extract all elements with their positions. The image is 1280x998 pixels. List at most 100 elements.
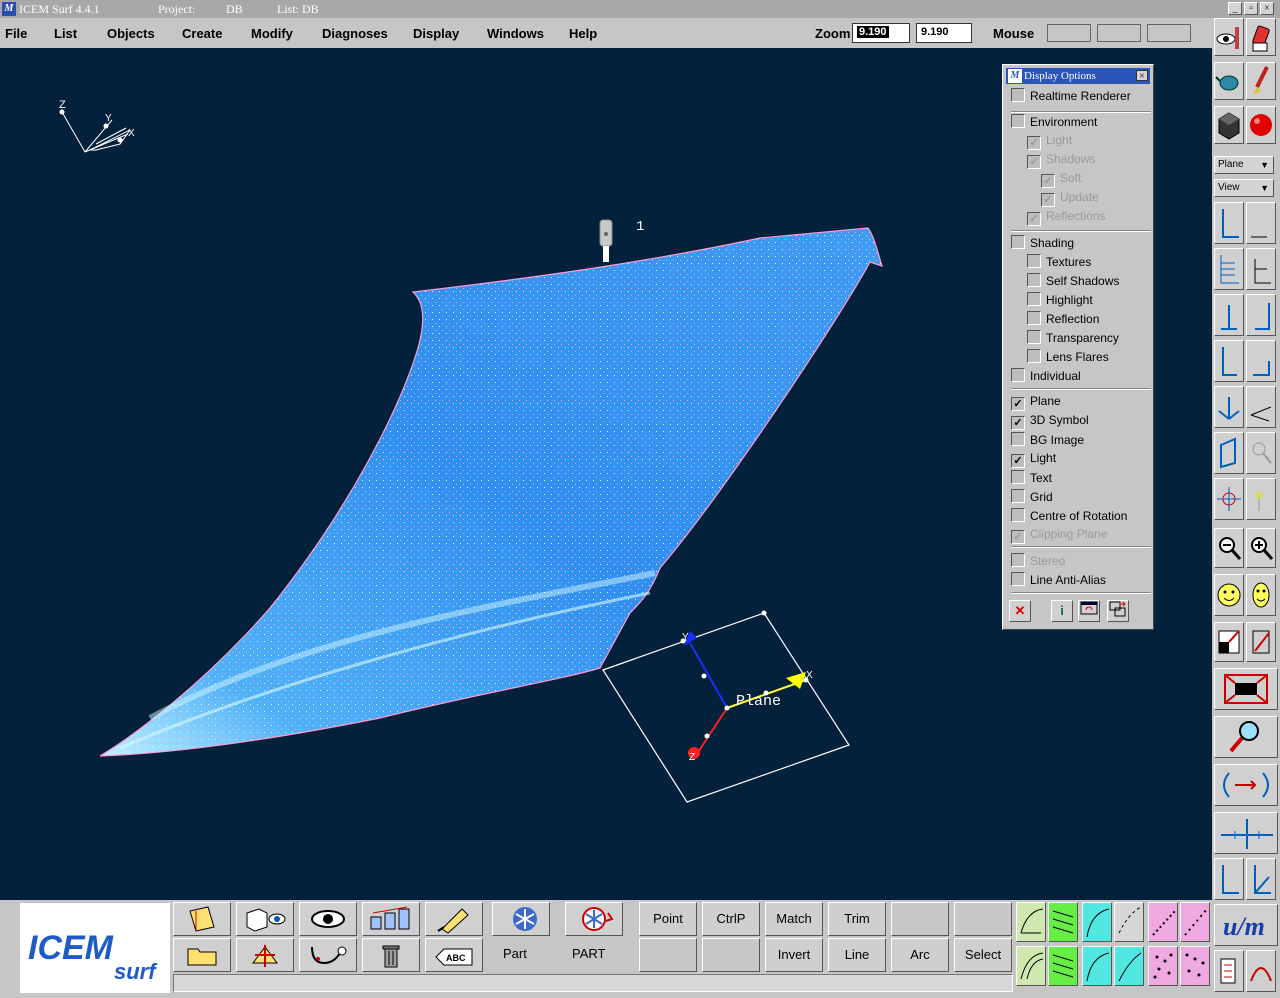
menu-help[interactable]: Help (569, 26, 597, 41)
option-checkbox[interactable]: ✓ (1027, 136, 1041, 150)
part-value[interactable]: PART (572, 946, 605, 961)
plane-axis-icon[interactable] (173, 902, 231, 936)
mouse-field-1[interactable] (1047, 24, 1091, 42)
mouse-field-3[interactable] (1147, 24, 1191, 42)
view-eye-icon[interactable] (1214, 18, 1244, 56)
option-checkbox[interactable] (1011, 432, 1025, 446)
info-button[interactable]: i (1051, 600, 1073, 622)
option-row-self-shadows[interactable]: Self Shadows (1027, 273, 1119, 291)
zoom-out-icon[interactable] (1214, 528, 1244, 568)
view-y-right-icon[interactable] (1246, 340, 1276, 382)
view-y-icon[interactable] (1214, 294, 1244, 336)
snowflake-icon[interactable] (492, 902, 550, 936)
window-arrange-icon[interactable] (1107, 600, 1129, 622)
curve-cyan-2-icon[interactable] (1082, 946, 1112, 986)
option-row-reflection[interactable]: Reflection (1027, 311, 1099, 329)
blocks-icon[interactable] (362, 902, 420, 936)
option-checkbox[interactable]: ✓ (1011, 530, 1025, 544)
option-row-environment[interactable]: Environment (1011, 114, 1097, 132)
view-iso-icon[interactable] (1214, 386, 1244, 428)
option-row-bg-image[interactable]: BG Image (1011, 432, 1084, 450)
view-select[interactable]: View ▼ (1214, 179, 1274, 197)
curve-red-icon[interactable] (1246, 950, 1276, 992)
points-pink-icon[interactable] (1148, 902, 1178, 942)
um-logo-icon[interactable]: u/m (1214, 904, 1278, 946)
option-checkbox[interactable]: ✓ (1011, 397, 1025, 411)
option-checkbox[interactable]: ✓ (1027, 155, 1041, 169)
option-checkbox[interactable] (1011, 368, 1025, 382)
option-row-text[interactable]: Text (1011, 470, 1052, 488)
text-label-icon[interactable]: ABC (425, 938, 483, 972)
option-row-reflections[interactable]: ✓ Reflections (1027, 209, 1105, 227)
option-row-update[interactable]: ✓ Update (1041, 190, 1099, 208)
option-row-stereo[interactable]: Stereo (1011, 553, 1065, 571)
option-row-shading[interactable]: Shading (1011, 235, 1074, 253)
line-button[interactable]: Line (828, 938, 886, 972)
window-reset-icon[interactable] (1078, 600, 1100, 622)
highlighter-icon[interactable] (425, 902, 483, 936)
analysis-magnifier-icon[interactable] (1214, 716, 1278, 758)
curve-cyan-icon[interactable] (1082, 902, 1112, 942)
arc-button[interactable]: Arc (891, 938, 949, 972)
pan-disabled-icon[interactable] (1246, 478, 1276, 520)
trim-button[interactable]: Trim (828, 902, 886, 936)
menu-objects[interactable]: Objects (107, 26, 155, 41)
eye-icon[interactable] (299, 902, 357, 936)
folder-icon[interactable] (173, 938, 231, 972)
view-iso-x-icon[interactable] (1246, 386, 1276, 428)
option-checkbox[interactable]: ✓ (1027, 212, 1041, 226)
zoom-input-primary[interactable]: 9.190 (852, 23, 910, 43)
option-row-centre-of-rotation[interactable]: Centre of Rotation (1011, 508, 1127, 526)
cancel-x-button[interactable]: ✕ (1009, 600, 1031, 622)
points-grid-icon[interactable] (1148, 946, 1178, 986)
option-checkbox[interactable] (1011, 553, 1025, 567)
trash-icon[interactable] (362, 938, 420, 972)
option-row-light[interactable]: ✓ Light (1027, 133, 1072, 151)
plane-select[interactable]: Plane ▼ (1214, 156, 1274, 174)
ctrlp-button[interactable]: CtrlP (702, 902, 760, 936)
perspective-box-icon[interactable] (1214, 432, 1244, 474)
invert-button[interactable]: Invert (765, 938, 823, 972)
option-checkbox[interactable] (1011, 489, 1025, 503)
fit-window-icon[interactable] (1214, 622, 1244, 662)
view-x-icon[interactable] (1246, 202, 1276, 244)
smiley-icon[interactable] (1214, 574, 1244, 616)
option-checkbox[interactable] (1011, 470, 1025, 484)
option-checkbox[interactable] (1011, 114, 1025, 128)
option-row-line-anti-alias[interactable]: Line Anti-Alias (1011, 572, 1106, 590)
fit-all-icon[interactable] (1214, 668, 1278, 710)
zoom-in-icon[interactable] (1246, 528, 1276, 568)
zoom-input-secondary[interactable]: 9.190 (916, 23, 972, 43)
magnify-disabled-icon[interactable] (1246, 432, 1276, 474)
cube-view-icon[interactable] (236, 902, 294, 936)
option-row-realtime-renderer[interactable]: Realtime Renderer (1011, 88, 1131, 106)
surface-green-icon[interactable] (1016, 902, 1046, 942)
menu-diagnoses[interactable]: Diagnoses (322, 26, 388, 41)
axis-angle-icon[interactable] (1246, 858, 1276, 900)
smiley-wide-icon[interactable] (1246, 574, 1276, 616)
menu-list[interactable]: List (54, 26, 77, 41)
menu-file[interactable]: File (5, 26, 27, 41)
mouse-field-2[interactable] (1097, 24, 1141, 42)
center-target-icon[interactable] (1214, 478, 1244, 520)
stethoscope-icon[interactable] (299, 938, 357, 972)
option-row-lens-flares[interactable]: Lens Flares (1027, 349, 1109, 367)
coordinate-grid-icon[interactable] (1214, 812, 1278, 854)
resize-diagonal-icon[interactable] (1246, 622, 1276, 662)
menu-modify[interactable]: Modify (251, 26, 293, 41)
option-checkbox[interactable] (1027, 273, 1041, 287)
option-row-textures[interactable]: Textures (1027, 254, 1091, 272)
eraser-icon[interactable] (1246, 18, 1276, 56)
option-checkbox[interactable] (1027, 349, 1041, 363)
flag-icon[interactable] (1214, 950, 1244, 992)
marker-pin-icon[interactable] (599, 219, 613, 262)
option-checkbox[interactable]: ✓ (1041, 174, 1055, 188)
curve-connect-icon[interactable] (1214, 764, 1278, 806)
surface-lines-2-icon[interactable] (1048, 946, 1078, 986)
view-zy-icon[interactable] (1246, 294, 1276, 336)
surface-model[interactable] (99, 227, 883, 757)
surface-lines-icon[interactable] (1048, 902, 1078, 942)
surface-green-2-icon[interactable] (1016, 946, 1046, 986)
option-row-plane[interactable]: ✓ Plane (1011, 394, 1061, 412)
curve-dashed-icon[interactable] (1114, 902, 1144, 942)
